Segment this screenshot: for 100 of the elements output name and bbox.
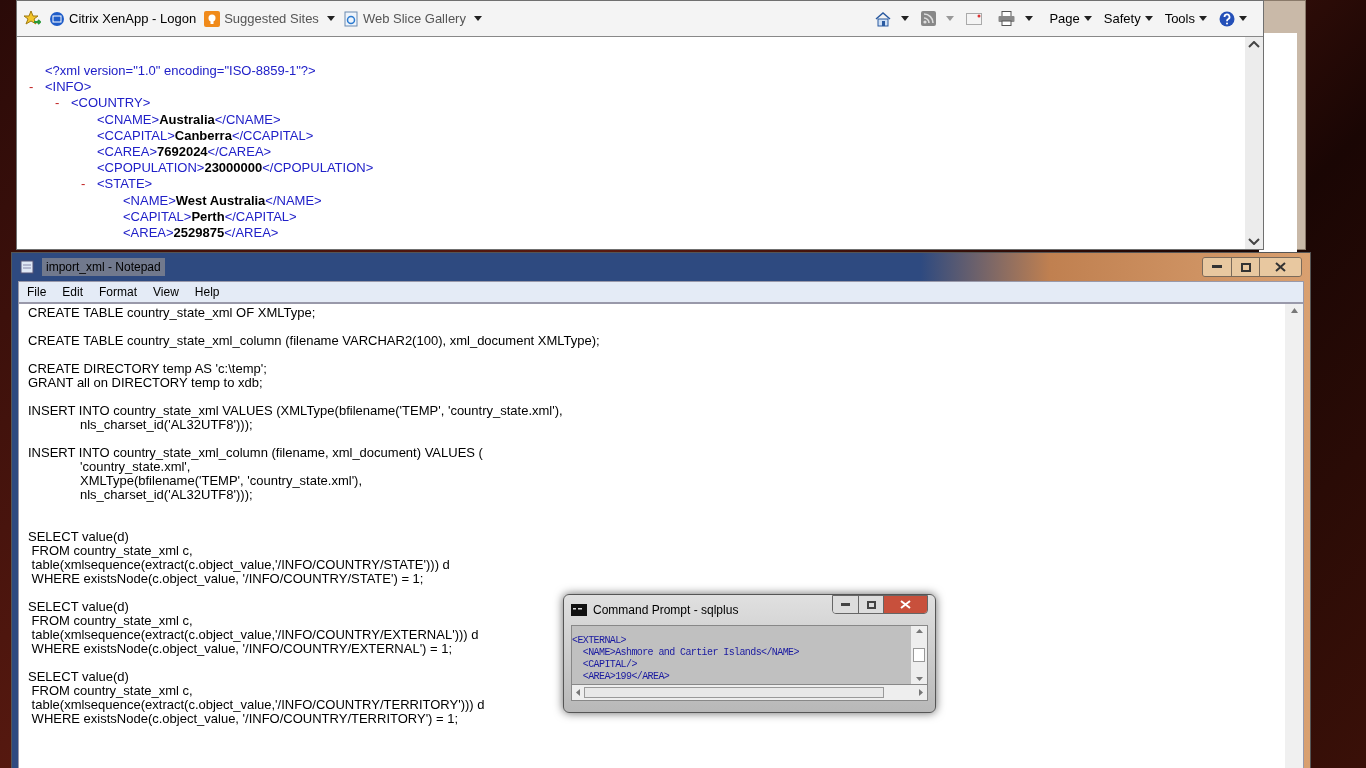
feed-icon	[921, 11, 937, 26]
scroll-thumb[interactable]	[584, 687, 884, 698]
menu-item[interactable]: File	[21, 283, 53, 301]
scroll-left-icon[interactable]	[576, 689, 580, 696]
help-icon	[1219, 10, 1235, 27]
xml-tag: <CAREA>	[97, 144, 157, 161]
console-icon	[571, 604, 587, 616]
menu-item[interactable]: Help	[188, 283, 226, 301]
xml-tag: <AREA>	[123, 225, 174, 242]
menu-item[interactable]: Edit	[56, 283, 90, 301]
window-title: Command Prompt - sqlplus	[593, 602, 739, 619]
command-menu[interactable]: Tools	[1164, 8, 1207, 29]
code-line: GRANT all on DIRECTORY temp to xdb;	[28, 376, 263, 390]
maximize-icon	[1240, 262, 1251, 272]
favorites-link[interactable]: Citrix XenApp - Logon	[49, 8, 197, 29]
mail-icon[interactable]	[966, 12, 983, 25]
horizontal-scrollbar[interactable]	[571, 685, 928, 701]
xml-tag: <CCAPITAL>	[97, 127, 175, 144]
xml-tag: </CCAPITAL>	[231, 127, 314, 144]
menu-item[interactable]: Format	[93, 283, 144, 301]
home-button[interactable]	[875, 10, 910, 27]
xml-tag: <CAPITAL>	[123, 208, 192, 226]
print-button[interactable]	[998, 11, 1034, 26]
favorites-link[interactable]: Suggested Sites	[204, 8, 335, 29]
scrollbar[interactable]	[1285, 304, 1303, 768]
lightbulb-icon	[204, 10, 221, 27]
notepad-icon	[20, 260, 34, 274]
code-line: CREATE TABLE country_state_xml_column (filename VARCHAR2(100), xml_document XMLType);	[28, 334, 600, 348]
code-line: 'country_state.xml',	[79, 460, 191, 474]
xml-value: Canberra	[174, 127, 232, 144]
collapse-toggle[interactable]: -	[29, 79, 45, 96]
favorites-star-icon[interactable]	[23, 10, 41, 27]
scroll-down-icon[interactable]	[915, 677, 923, 681]
caret-icon	[946, 16, 955, 21]
console-line: <AREA>199</AREA>	[581, 671, 671, 683]
scrollbar[interactable]	[911, 626, 927, 684]
code-line: FROM country_state_xml c,	[30, 544, 193, 558]
code-line: nls_charset_id('AL32UTF8')));	[79, 418, 253, 432]
xml-value: 7692024	[157, 144, 208, 161]
caret-icon	[1199, 16, 1207, 21]
code-line: SELECT value(d)	[28, 600, 129, 614]
xml-tag: </CAREA>	[207, 144, 272, 161]
code-line: INSERT INTO country_state_xml_column (filename, xml_document) VALUES (	[28, 446, 483, 460]
console-line: <NAME>Ashmore and Cartier Islands</NAME>	[581, 647, 800, 659]
home-icon	[875, 10, 892, 27]
code-line: SELECT value(d)	[28, 530, 129, 544]
minimize-icon	[841, 603, 850, 606]
menu-item[interactable]: View	[147, 283, 185, 301]
caret-icon	[901, 16, 910, 21]
caret-icon	[1025, 16, 1034, 21]
collapse-toggle[interactable]: -	[55, 95, 71, 112]
code-line: CREATE DIRECTORY temp AS 'c:\temp';	[28, 362, 267, 376]
command-menu[interactable]: Safety	[1103, 8, 1153, 29]
code-line: CREATE TABLE country_state_xml OF XMLType;	[28, 306, 316, 320]
xml-tag: <CNAME>	[97, 111, 160, 128]
favorites-link[interactable]: Web Slice Gallery	[342, 8, 482, 29]
close-icon	[1275, 262, 1286, 272]
caret-icon	[1144, 16, 1153, 21]
close-button[interactable]	[883, 596, 927, 613]
caret-icon	[1239, 16, 1247, 21]
xml-tag: <CPOPULATION>	[97, 160, 205, 177]
code-line: table(xmlsequence(extract(c.object_value,'/INFO/COUNTRY/TERRITORY'))) d	[30, 698, 485, 712]
close-icon	[900, 600, 911, 609]
xml-tag: </CNAME>	[214, 111, 281, 128]
xml-declaration: <?xml version="1.0" encoding="ISO-8859-1"?>	[45, 63, 316, 80]
code-line: WHERE existsNode(c.object_value, '/INFO/COUNTRY/STATE') = 1;	[30, 572, 424, 586]
code-line: FROM country_state_xml c,	[30, 684, 193, 698]
printer-icon	[998, 11, 1016, 26]
help-button[interactable]	[1219, 10, 1247, 27]
xml-tag: <INFO>	[45, 79, 92, 96]
code-line: SELECT value(d)	[28, 670, 129, 684]
code-line: table(xmlsequence(extract(c.object_value,'/INFO/COUNTRY/EXTERNAL'))) d	[30, 628, 479, 642]
code-line: WHERE existsNode(c.object_value, '/INFO/COUNTRY/TERRITORY') = 1;	[30, 712, 459, 726]
feeds-button[interactable]	[921, 11, 955, 26]
page-icon	[342, 10, 359, 27]
scroll-up-icon[interactable]	[1290, 308, 1298, 313]
globe-icon	[49, 10, 65, 27]
xml-tag: <NAME>	[123, 192, 176, 209]
xml-tag: </CAPITAL>	[224, 208, 297, 226]
scroll-up-icon[interactable]	[915, 629, 923, 633]
maximize-button[interactable]	[1231, 258, 1259, 276]
xml-tag: </CPOPULATION>	[262, 160, 374, 177]
scroll-down-icon[interactable]	[1248, 238, 1260, 245]
code-line: nls_charset_id('AL32UTF8')));	[79, 488, 253, 502]
code-line: table(xmlsequence(extract(c.object_value,'/INFO/COUNTRY/STATE'))) d	[30, 558, 450, 572]
xml-value: West Australia	[175, 192, 266, 209]
code-line: INSERT INTO country_state_xml VALUES (XMLType(bfilename('TEMP', 'country_state.xml'),	[28, 404, 563, 418]
minimize-button[interactable]	[1203, 258, 1231, 276]
close-button[interactable]	[1259, 258, 1301, 276]
xml-value: 23000000	[204, 160, 263, 177]
scroll-right-icon[interactable]	[919, 689, 923, 696]
window-title: import_xml - Notepad	[42, 258, 165, 276]
xml-tag: <COUNTRY>	[71, 95, 151, 112]
scroll-up-icon[interactable]	[1248, 41, 1260, 48]
xml-value: Australia	[159, 111, 215, 128]
xml-tag: </AREA>	[224, 225, 279, 242]
command-menu[interactable]: Page	[1049, 8, 1092, 29]
collapse-toggle[interactable]: -	[81, 176, 97, 193]
scroll-thumb[interactable]	[913, 648, 925, 662]
scrollbar[interactable]	[1245, 37, 1263, 249]
